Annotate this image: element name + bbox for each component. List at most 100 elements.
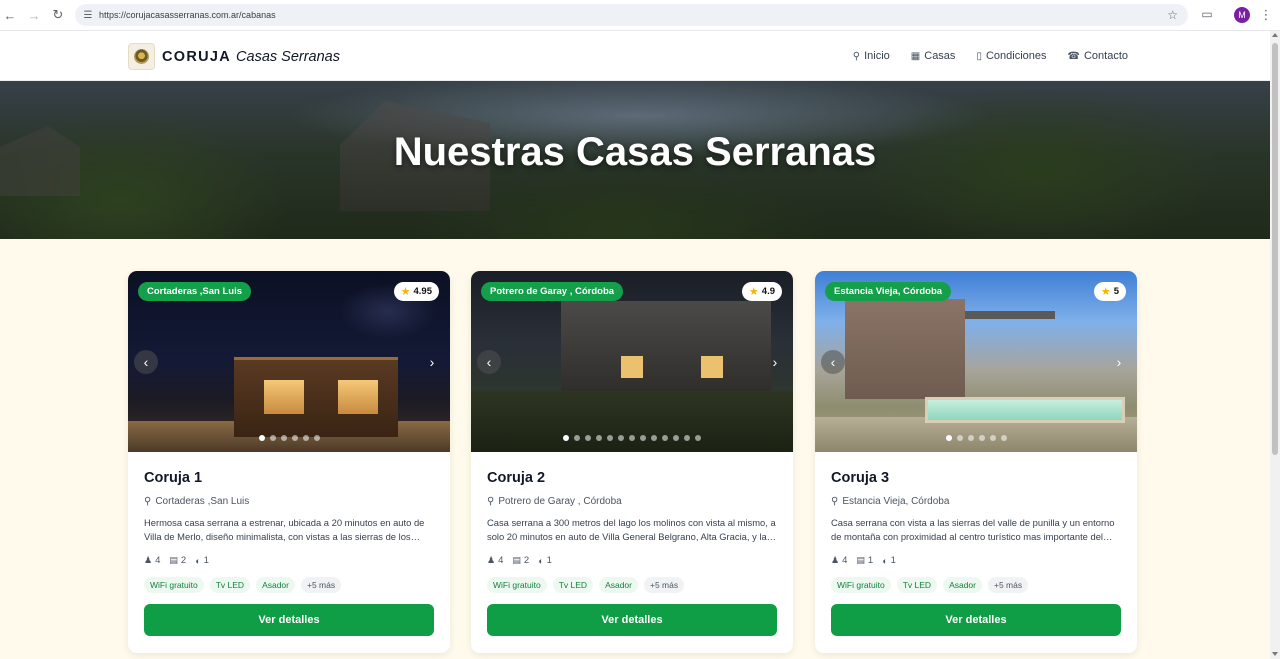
card-features: ♟ 4 ▤ 1 ◐ 1 — [831, 555, 1121, 566]
building-icon: ▦ — [910, 50, 921, 62]
amenity-tag: WiFi gratuito — [831, 577, 891, 593]
carousel-prev-button[interactable]: ‹ — [821, 350, 845, 374]
address-bar[interactable]: ☰ https://corujacasasserranas.com.ar/cab… — [75, 4, 1188, 26]
card-description: Hermosa casa serrana a estrenar, ubicada… — [144, 517, 425, 542]
carousel-dot[interactable] — [596, 435, 602, 441]
property-image-carousel[interactable]: Estancia Vieja, Córdoba ★ 5 ‹ › — [815, 271, 1137, 452]
beds-count: 1 — [867, 555, 874, 566]
carousel-dot[interactable] — [640, 435, 646, 441]
carousel-dot[interactable] — [989, 435, 996, 441]
carousel-dot[interactable] — [269, 435, 276, 441]
carousel-dot[interactable] — [607, 435, 613, 441]
carousel-dot[interactable] — [695, 435, 701, 441]
carousel-dot[interactable] — [967, 435, 974, 441]
view-details-button[interactable]: Ver detalles — [144, 604, 434, 636]
property-card: Estancia Vieja, Córdoba ★ 5 ‹ › Coruja 3 … — [815, 271, 1137, 653]
amenity-tag: Tv LED — [209, 577, 251, 593]
amenity-tag: WiFi gratuito — [144, 577, 204, 593]
site-info-icon[interactable]: ☰ — [77, 10, 99, 21]
amenity-tag: Tv LED — [896, 577, 938, 593]
carousel-next-button[interactable]: › — [420, 350, 444, 374]
rating-badge: ★ 4.9 — [741, 282, 782, 301]
browser-toolbar: ← → ↻ ☰ https://corujacasasserranas.com.… — [0, 0, 1280, 31]
nav-label: Condiciones — [985, 50, 1047, 62]
guests-count: 4 — [498, 555, 504, 566]
card-title: Coruja 3 — [831, 470, 890, 486]
card-title: Coruja 2 — [487, 470, 546, 486]
map-pin-icon: ⚲ — [487, 496, 495, 507]
more-amenities-tag: +5 más — [301, 577, 342, 593]
card-location: ⚲ Potrero de Garay , Córdoba — [487, 496, 622, 507]
nav-item-condiciones[interactable]: ▯ Condiciones — [976, 50, 1046, 62]
reload-icon[interactable]: ↻ — [48, 5, 68, 25]
scroll-up-arrow-icon[interactable] — [1272, 33, 1278, 37]
phone-icon: ☎ — [1067, 50, 1080, 62]
carousel-next-button[interactable]: › — [763, 350, 787, 374]
carousel-dot[interactable] — [574, 435, 580, 441]
carousel-dot[interactable] — [313, 435, 320, 441]
map-pin-icon: ⚲ — [144, 496, 152, 507]
carousel-dot[interactable] — [673, 435, 679, 441]
property-card: Cortaderas ,San Luis ★ 4.95 ‹ › Coruja 1 … — [128, 271, 450, 653]
bath-icon: ◐ — [538, 555, 544, 566]
card-features: ♟ 4 ▤ 2 ◐ 1 — [487, 555, 777, 566]
bed-icon: ▤ — [169, 555, 178, 565]
carousel-dots — [128, 435, 450, 441]
carousel-dot[interactable] — [651, 435, 657, 441]
carousel-dot[interactable] — [585, 435, 591, 441]
carousel-dot[interactable] — [662, 435, 668, 441]
amenity-tag: Tv LED — [552, 577, 594, 593]
view-details-button[interactable]: Ver detalles — [487, 604, 777, 636]
profile-avatar[interactable]: M — [1234, 7, 1250, 23]
forward-arrow-icon[interactable]: → — [24, 5, 44, 25]
carousel-dot[interactable] — [945, 435, 952, 441]
url-text[interactable]: https://corujacasasserranas.com.ar/caban… — [99, 10, 276, 20]
property-image-carousel[interactable]: Cortaderas ,San Luis ★ 4.95 ‹ › — [128, 271, 450, 452]
nav-item-inicio[interactable]: ⚲ Inicio — [853, 50, 890, 62]
brand-logo-link[interactable]: CORUJA Casas Serranas — [128, 43, 340, 70]
nav-item-contacto[interactable]: ☎ Contacto — [1068, 50, 1129, 62]
scroll-down-arrow-icon[interactable] — [1272, 652, 1278, 656]
beds-count: 2 — [523, 555, 530, 566]
more-amenities-tag: +5 más — [988, 577, 1029, 593]
carousel-dot[interactable] — [258, 435, 265, 441]
carousel-dot[interactable] — [978, 435, 985, 441]
back-arrow-icon[interactable]: ← — [0, 5, 20, 25]
carousel-dot[interactable] — [684, 435, 690, 441]
scrollbar-thumb[interactable] — [1272, 43, 1278, 455]
bookmark-star-icon[interactable]: ☆ — [1167, 8, 1178, 22]
carousel-dot[interactable] — [291, 435, 298, 441]
page-scrollbar[interactable] — [1270, 31, 1280, 659]
carousel-prev-button[interactable]: ‹ — [134, 350, 158, 374]
browser-menu-icon[interactable]: ⋮ — [1259, 6, 1273, 24]
carousel-dot[interactable] — [302, 435, 309, 441]
guests-count: 4 — [155, 555, 161, 566]
carousel-dot[interactable] — [280, 435, 287, 441]
baths-count: 1 — [203, 555, 209, 566]
bath-icon: ◐ — [882, 555, 888, 566]
map-pin-icon: ⚲ — [852, 50, 861, 62]
location-badge: Cortaderas ,San Luis — [138, 282, 252, 301]
carousel-next-button[interactable]: › — [1107, 350, 1131, 374]
property-image-carousel[interactable]: Potrero de Garay , Córdoba ★ 4.9 ‹ › — [471, 271, 793, 452]
amenity-tags: WiFi gratuito Tv LED Asador +5 más — [831, 577, 1121, 593]
carousel-dot[interactable] — [629, 435, 635, 441]
bed-icon: ▤ — [856, 555, 865, 565]
bed-icon: ▤ — [512, 555, 521, 565]
nav-item-casas[interactable]: ▦ Casas — [911, 50, 956, 62]
carousel-dot[interactable] — [618, 435, 624, 441]
amenity-tag: Asador — [943, 577, 982, 593]
carousel-dot[interactable] — [1000, 435, 1007, 441]
owl-logo-icon — [128, 43, 155, 70]
map-pin-icon: ⚲ — [831, 496, 839, 507]
amenity-tag: WiFi gratuito — [487, 577, 547, 593]
carousel-prev-button[interactable]: ‹ — [477, 350, 501, 374]
carousel-dot[interactable] — [956, 435, 963, 441]
carousel-dot[interactable] — [563, 435, 569, 441]
view-details-button[interactable]: Ver detalles — [831, 604, 1121, 636]
site-header: CORUJA Casas Serranas ⚲ Inicio ▦ Casas ▯… — [0, 31, 1270, 81]
extensions-icon[interactable]: ▭ — [1199, 6, 1215, 22]
amenity-tags: WiFi gratuito Tv LED Asador +5 más — [487, 577, 777, 593]
baths-count: 1 — [890, 555, 896, 566]
location-badge: Potrero de Garay , Córdoba — [481, 282, 624, 301]
